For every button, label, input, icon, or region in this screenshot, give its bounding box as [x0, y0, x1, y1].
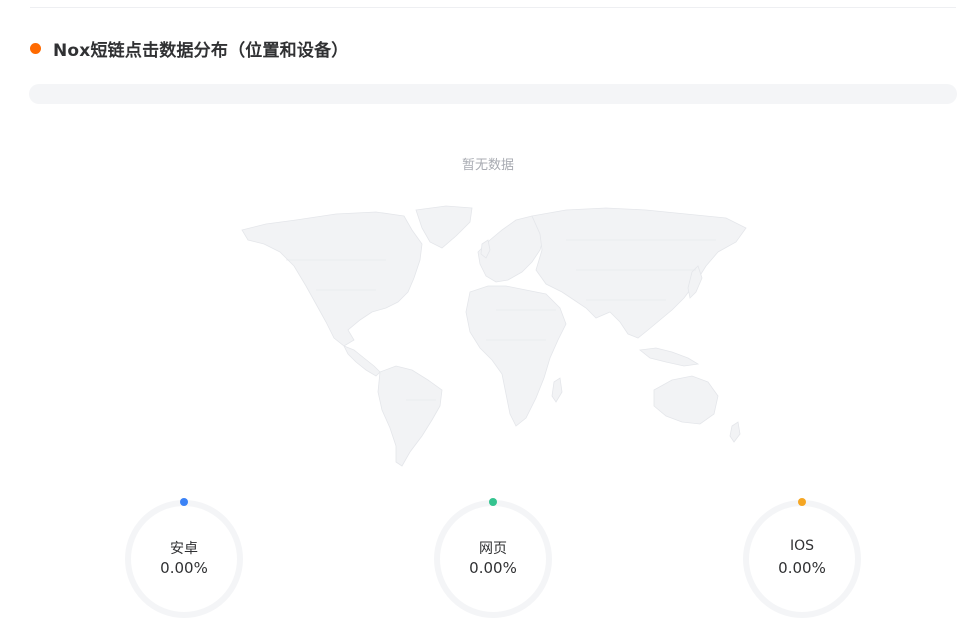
android-label: 安卓	[170, 541, 198, 557]
new-zealand-shape	[729, 421, 741, 443]
africa-shape	[465, 285, 567, 427]
ios-dot-icon	[798, 498, 806, 506]
device-web: 网页 0.00%	[433, 498, 553, 619]
ios-label: IOS	[789, 538, 815, 554]
sea-islands-shape	[639, 347, 700, 367]
australia-shape	[653, 375, 719, 425]
location-bar-track	[29, 84, 957, 104]
android-dot-icon	[180, 498, 188, 506]
ios-value: 0.00%	[778, 559, 826, 577]
north-america-shape	[241, 211, 423, 347]
world-map	[241, 205, 747, 467]
south-america-shape	[377, 365, 443, 467]
web-value: 0.00%	[469, 559, 517, 577]
section-header: Nox短链点击数据分布（位置和设备）	[30, 36, 349, 61]
greenland-shape	[415, 205, 473, 249]
web-dot-icon	[489, 498, 497, 506]
android-value: 0.00%	[160, 559, 208, 577]
madagascar-shape	[551, 377, 563, 403]
section-title: Nox短链点击数据分布（位置和设备）	[53, 40, 349, 61]
web-label: 网页	[479, 541, 507, 557]
empty-data-text: 暂无数据	[461, 158, 514, 173]
central-america-shape	[343, 345, 381, 377]
top-divider	[30, 7, 956, 8]
device-android: 安卓 0.00%	[124, 498, 244, 619]
device-ios: IOS 0.00%	[742, 498, 862, 619]
section-dot-icon	[30, 42, 41, 54]
